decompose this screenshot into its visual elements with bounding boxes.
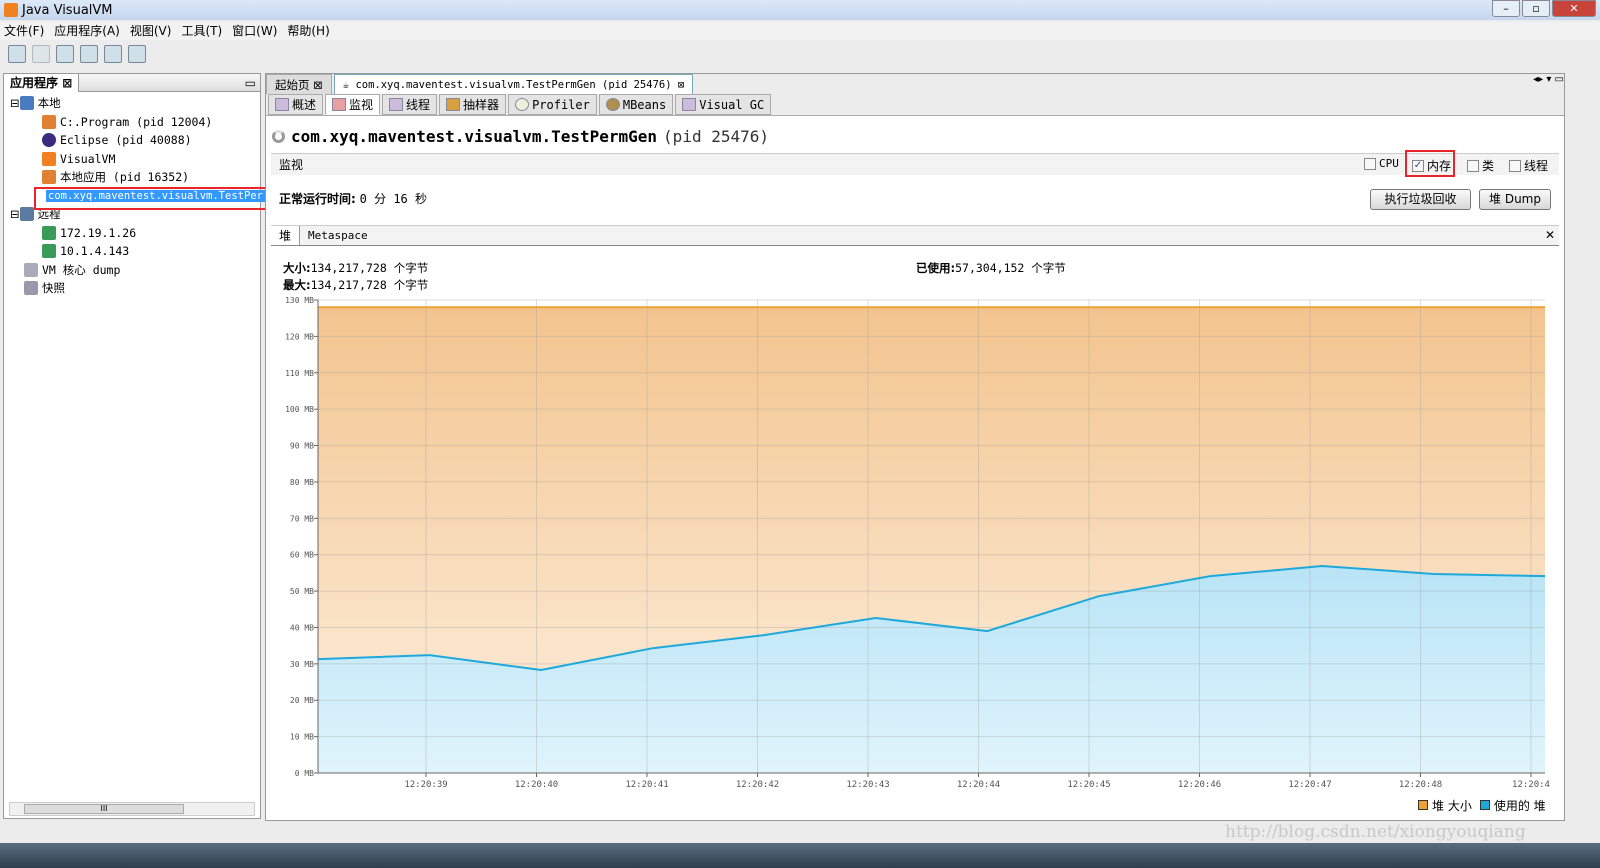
legend-used-heap: 使用的 堆	[1479, 797, 1546, 814]
y-tick-label: 20 MB	[290, 696, 314, 705]
y-tick-label: 130 MB	[285, 296, 314, 305]
x-tick-label: 12:20:41	[625, 780, 668, 790]
x-tick-label: 12:20:48	[1399, 780, 1442, 790]
x-tick-label: 12:20:44	[957, 780, 1000, 790]
y-tick-label: 80 MB	[290, 478, 314, 487]
y-tick-label: 120 MB	[285, 332, 314, 341]
legend-heap-size: 堆 大小	[1418, 797, 1472, 814]
x-tick-label: 12:20:40	[515, 780, 558, 790]
y-tick-label: 0 MB	[295, 769, 314, 778]
taskbar	[0, 843, 1600, 868]
y-tick-label: 90 MB	[290, 442, 314, 451]
x-tick-label: 12:20:4	[1512, 780, 1550, 790]
x-tick-label: 12:20:45	[1067, 780, 1110, 790]
x-tick-label: 12:20:47	[1288, 780, 1331, 790]
chart-legend: 堆 大小 使用的 堆	[1418, 797, 1546, 814]
watermark: http://blog.csdn.net/xiongyouqiang	[1225, 822, 1526, 842]
y-tick-label: 110 MB	[285, 369, 314, 378]
heap-chart: 0 MB 10 MB 20 MB 30 MB 40 MB 50 MB 60 MB 70 MB 8…	[285, 296, 1550, 790]
y-tick-label: 10 MB	[290, 733, 314, 742]
y-tick-label: 30 MB	[290, 660, 314, 669]
y-tick-label: 100 MB	[285, 405, 314, 414]
x-tick-label: 12:20:39	[404, 780, 447, 790]
x-tick-label: 12:20:46	[1178, 780, 1221, 790]
y-tick-label: 50 MB	[290, 587, 314, 596]
y-tick-label: 60 MB	[290, 551, 314, 560]
x-tick-label: 12:20:43	[846, 780, 889, 790]
x-tick-label: 12:20:42	[736, 780, 779, 790]
y-tick-label: 40 MB	[290, 623, 314, 632]
y-tick-label: 70 MB	[290, 514, 314, 523]
